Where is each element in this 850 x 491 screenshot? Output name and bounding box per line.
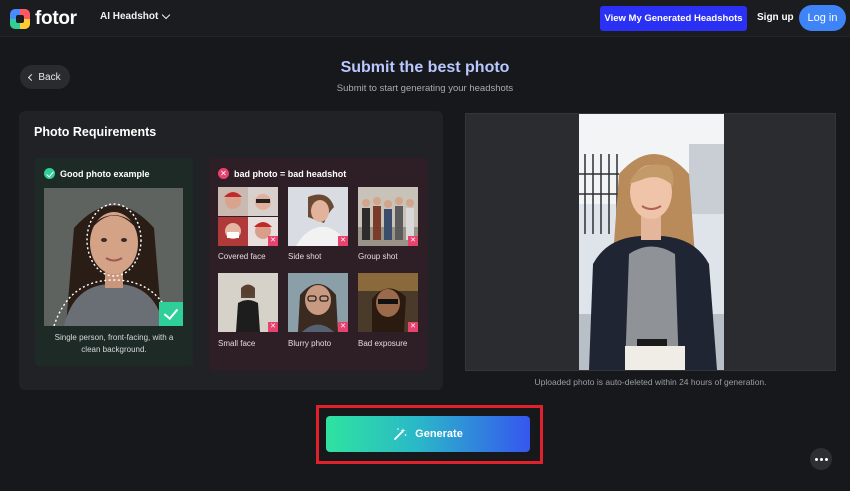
good-caption-line-1: Single person, front-facing, with a [54,333,174,342]
check-circle-icon [44,168,55,179]
product-menu-label: AI Headshot [100,11,159,22]
more-dots-icon [814,457,818,461]
magic-wand-icon [394,428,407,440]
photo-requirements-panel: Photo Requirements Good photo example Si… [19,111,443,390]
reject-icon: ✕ [338,322,348,332]
uploaded-photo-panel [465,113,836,371]
requirements-title: Photo Requirements [34,125,157,139]
more-dots-icon [819,457,823,461]
logo-text: fotor [35,8,77,29]
reject-icon: ✕ [408,322,418,332]
chevron-down-icon [162,10,171,20]
good-photo-caption: Single person, front-facing, with a clea… [35,332,193,356]
reject-icon: ✕ [408,236,418,246]
blurry-photo-label: Blurry photo [288,339,332,348]
bad-photo-heading-text: bad photo = bad headshot [234,168,347,179]
group-shot-thumbnail: ✕ [358,187,418,246]
reject-icon: ✕ [268,322,278,332]
reject-icon: ✕ [268,236,278,246]
group-shot-label: Group shot [358,252,398,261]
generate-label: Generate [415,428,463,440]
reject-icon: ✕ [338,236,348,246]
cross-circle-icon: ✕ [218,168,229,179]
bad-exposure-thumbnail: ✕ [358,273,418,332]
side-shot-label: Side shot [288,252,322,261]
top-bar: fotor AI Headshot View My Generated Head… [0,0,850,37]
small-face-label: Small face [218,339,256,348]
good-photo-card: Good photo example Single person, front-… [35,158,193,366]
view-generated-headshots-button[interactable]: View My Generated Headshots [600,6,747,31]
sign-up-button[interactable]: Sign up [757,12,794,23]
good-caption-line-2: clean background. [81,345,147,354]
side-shot-thumbnail: ✕ [288,187,348,246]
bad-photo-heading: ✕ bad photo = bad headshot [218,168,346,179]
more-dots-icon [824,457,828,461]
bad-photo-card: ✕ bad photo = bad headshot ✕ Covered fac… [209,158,428,371]
blurry-photo-thumbnail: ✕ [288,273,348,332]
fotor-logo-icon [10,9,30,29]
good-photo-heading-text: Good photo example [60,168,150,179]
uploaded-photo [579,114,724,370]
more-options-button[interactable] [810,448,832,470]
good-photo-heading: Good photo example [44,168,150,179]
product-menu[interactable]: AI Headshot [100,10,171,22]
generate-button[interactable]: Generate [326,416,530,452]
approved-check-icon [159,302,183,326]
fotor-logo[interactable]: fotor [10,8,77,30]
page-title: Submit the best photo [340,59,510,76]
auto-delete-note: Uploaded photo is auto-deleted within 24… [534,377,767,387]
log-in-button[interactable]: Log in [799,5,846,31]
page-subtitle: Submit to start generating your headshot… [336,83,514,94]
small-face-thumbnail: ✕ [218,273,278,332]
good-photo-example-image [44,188,183,326]
bad-exposure-label: Bad exposure [358,339,408,348]
covered-face-label: Covered face [218,252,266,261]
covered-face-thumbnail: ✕ [218,187,278,246]
